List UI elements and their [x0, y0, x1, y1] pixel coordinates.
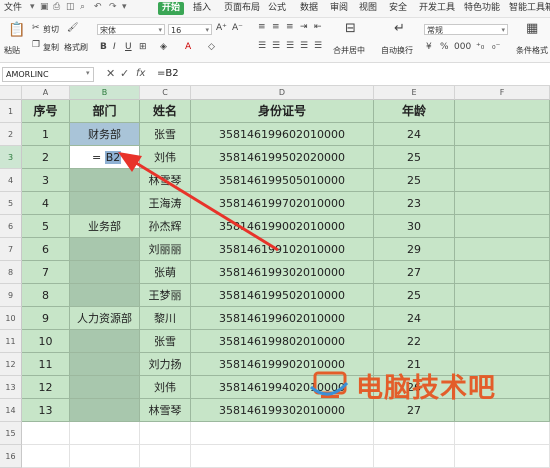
empty-cell[interactable] [140, 422, 191, 445]
empty-cell[interactable] [70, 445, 140, 468]
row-header-15[interactable]: 15 [0, 422, 22, 445]
annotation-arrow [118, 152, 279, 252]
empty-cell[interactable] [70, 422, 140, 445]
empty-cell[interactable] [374, 422, 455, 445]
empty-cell[interactable] [22, 422, 70, 445]
arrow-shaft [127, 156, 279, 252]
watermark-text: 电脑技术吧 [356, 373, 496, 404]
empty-cell[interactable] [455, 422, 550, 445]
watermark-logo-icon [310, 371, 349, 398]
arrow-head [118, 152, 142, 172]
empty-cell[interactable] [140, 445, 191, 468]
empty-cell[interactable] [191, 445, 374, 468]
empty-cell[interactable] [191, 422, 374, 445]
row-header-16[interactable]: 16 [0, 445, 22, 468]
empty-cell[interactable] [455, 445, 550, 468]
empty-cell[interactable] [22, 445, 70, 468]
empty-cell[interactable] [374, 445, 455, 468]
